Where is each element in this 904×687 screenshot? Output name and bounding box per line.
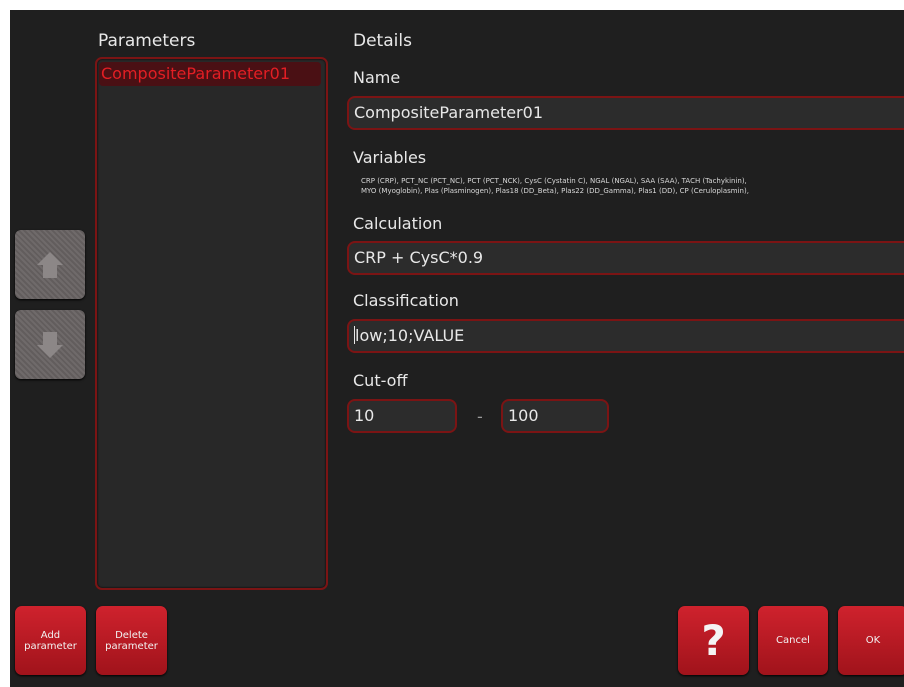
ok-button[interactable]: OK xyxy=(838,606,904,675)
cutoff-max-value: 100 xyxy=(508,406,539,425)
cutoff-separator: - xyxy=(477,407,483,426)
calculation-value: CRP + CysC*0.9 xyxy=(354,248,484,267)
delete-parameter-button[interactable]: Delete parameter xyxy=(96,606,167,675)
add-parameter-label: Add parameter xyxy=(24,630,77,652)
cancel-label: Cancel xyxy=(776,635,810,646)
parameters-list[interactable]: CompositeParameter01 xyxy=(95,57,328,590)
variables-line-2: MYO (Myoglobin), Plas (Plasminogen), Pla… xyxy=(361,187,749,195)
calculation-field[interactable]: CRP + CysC*0.9 xyxy=(347,241,904,275)
delete-parameter-line2: parameter xyxy=(105,640,158,652)
move-down-button[interactable] xyxy=(15,310,85,379)
calculation-label: Calculation xyxy=(353,214,443,233)
classification-label: Classification xyxy=(353,291,459,310)
help-button[interactable]: ? xyxy=(678,606,749,675)
arrow-up-icon xyxy=(37,251,63,278)
cutoff-min-field[interactable]: 10 xyxy=(347,399,457,433)
help-icon: ? xyxy=(701,616,726,665)
classification-value: low;10;VALUE xyxy=(355,326,465,345)
add-parameter-line2: parameter xyxy=(24,640,77,652)
add-parameter-button[interactable]: Add parameter xyxy=(15,606,86,675)
ok-label: OK xyxy=(865,635,881,646)
parameters-title: Parameters xyxy=(98,31,196,51)
name-value: CompositeParameter01 xyxy=(354,103,543,122)
cutoff-label: Cut-off xyxy=(353,371,408,390)
add-parameter-line1: Add xyxy=(40,629,61,641)
classification-field[interactable]: low;10;VALUE xyxy=(347,319,904,353)
delete-parameter-line1: Delete xyxy=(115,629,148,641)
variables-label: Variables xyxy=(353,148,427,167)
name-field[interactable]: CompositeParameter01 xyxy=(347,96,904,130)
composite-parameter-editor: Parameters Details CompositeParameter01 … xyxy=(10,10,904,687)
cancel-button[interactable]: Cancel xyxy=(758,606,828,675)
variables-line-1: CRP (CRP), PCT_NC (PCT_NC), PCT (PCT_NCK… xyxy=(361,177,747,185)
arrow-down-icon xyxy=(37,331,63,358)
name-label: Name xyxy=(353,68,401,87)
delete-parameter-label: Delete parameter xyxy=(105,630,158,652)
cutoff-min-value: 10 xyxy=(354,406,375,425)
move-up-button[interactable] xyxy=(15,230,85,299)
variables-list: CRP (CRP), PCT_NC (PCT_NC), PCT (PCT_NCK… xyxy=(361,176,904,196)
cutoff-max-field[interactable]: 100 xyxy=(501,399,609,433)
details-title: Details xyxy=(353,31,412,51)
list-item-selected[interactable]: CompositeParameter01 xyxy=(99,62,321,86)
